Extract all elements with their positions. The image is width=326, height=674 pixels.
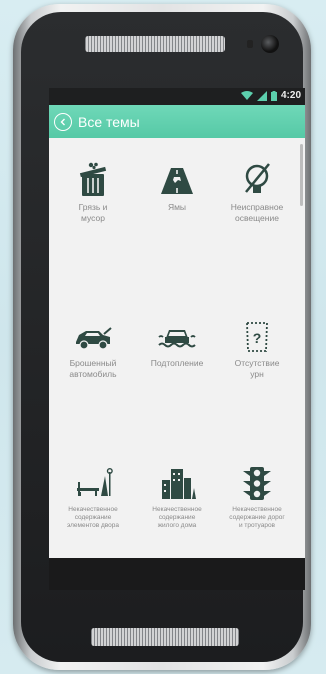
traffic-light-icon <box>243 467 271 500</box>
proximity-sensor <box>247 40 253 48</box>
category-flooding[interactable]: Подтопление <box>135 318 219 369</box>
battery-icon <box>270 90 277 101</box>
category-residential[interactable]: Некачественное содержание жилого дома <box>135 466 219 530</box>
svg-text:?: ? <box>253 330 262 346</box>
category-trash[interactable]: Грязь и мусор <box>51 162 135 224</box>
broken-bulb-icon <box>245 163 270 193</box>
category-label: Неисправное освещение <box>230 202 284 223</box>
back-button[interactable] <box>54 112 72 131</box>
status-time: 4:20 <box>280 90 301 101</box>
flooded-car-icon <box>158 330 196 348</box>
scrollbar[interactable] <box>300 144 303 206</box>
category-label: Некачественное содержание дорог и тротуа… <box>229 506 285 529</box>
yard-bench-icon <box>77 468 113 496</box>
category-grid: Грязь и мусор Ямы Неисправное освещение <box>49 138 305 558</box>
category-missing-bins[interactable]: ? Отсутствие урн <box>215 318 299 380</box>
abandoned-car-icon <box>76 327 112 350</box>
missing-bin-icon: ? <box>246 322 268 352</box>
status-bar: 4:20 <box>49 88 305 105</box>
chevron-left-icon <box>60 118 65 125</box>
wifi-icon <box>240 90 253 100</box>
app-bar: Все темы <box>49 105 305 138</box>
front-camera <box>261 35 279 53</box>
bottom-speaker <box>91 628 239 646</box>
category-lighting[interactable]: Неисправное освещение <box>215 162 299 224</box>
category-label: Подтопление <box>150 358 204 368</box>
category-label: Ямы <box>167 202 187 212</box>
trash-can-icon <box>79 162 107 196</box>
category-label: Брошенный автомобиль <box>69 358 117 379</box>
category-label: Грязь и мусор <box>78 202 108 223</box>
category-yard[interactable]: Некачественное содержание элементов двор… <box>51 466 135 530</box>
page-title: Все темы <box>78 113 140 130</box>
category-label: Некачественное содержание элементов двор… <box>66 506 120 529</box>
road-pothole-icon <box>161 168 193 194</box>
android-nav-bar <box>49 558 305 590</box>
category-abandoned-car[interactable]: Брошенный автомобиль <box>51 318 135 380</box>
phone-screen: 4:20 Все темы Грязь и мусор Ямы Неисправ… <box>49 88 305 590</box>
category-label: Некачественное содержание жилого дома <box>152 506 202 529</box>
category-roads[interactable]: Некачественное содержание дорог и тротуа… <box>215 466 299 530</box>
signal-icon <box>256 90 267 101</box>
earpiece-speaker <box>85 36 225 52</box>
phone-frame: 4:20 Все темы Грязь и мусор Ямы Неисправ… <box>13 4 311 670</box>
category-label: Отсутствие урн <box>234 358 280 379</box>
category-potholes[interactable]: Ямы <box>135 162 219 213</box>
apartment-building-icon <box>162 469 196 499</box>
